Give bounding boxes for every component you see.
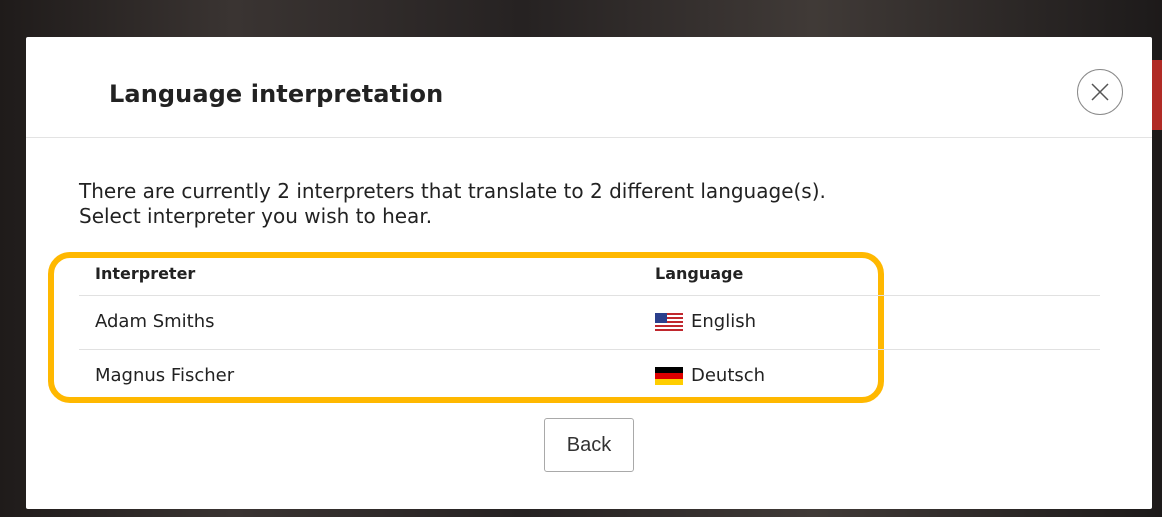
table-row[interactable]: Adam Smiths English xyxy=(79,296,1100,350)
language-label: English xyxy=(691,311,756,332)
info-line-count: There are currently 2 interpreters that … xyxy=(79,179,826,203)
germany-flag-icon xyxy=(655,366,683,385)
table-row[interactable]: Magnus Fischer Deutsch xyxy=(79,350,1100,404)
language-interpretation-dialog: Language interpretation There are curren… xyxy=(26,37,1152,509)
back-button[interactable]: Back xyxy=(544,418,634,472)
interpreter-language: English xyxy=(655,311,756,332)
interpreter-language: Deutsch xyxy=(655,365,765,386)
column-header-language: Language xyxy=(655,264,744,283)
info-line-instruction: Select interpreter you wish to hear. xyxy=(79,204,433,228)
dialog-title: Language interpretation xyxy=(109,80,444,108)
interpreter-name: Magnus Fischer xyxy=(95,365,235,386)
interpreter-info: There are currently 2 interpreters that … xyxy=(79,179,1079,229)
close-button[interactable] xyxy=(1077,69,1123,115)
interpreter-name: Adam Smiths xyxy=(95,311,215,332)
close-circle-icon xyxy=(1091,83,1109,101)
table-header-row: Interpreter Language xyxy=(79,256,1100,296)
column-header-interpreter: Interpreter xyxy=(95,264,196,283)
interpreter-table: Interpreter Language Adam Smiths English… xyxy=(79,256,1100,404)
us-flag-icon xyxy=(655,312,683,331)
language-label: Deutsch xyxy=(691,365,766,386)
dialog-header: Language interpretation xyxy=(26,37,1152,138)
